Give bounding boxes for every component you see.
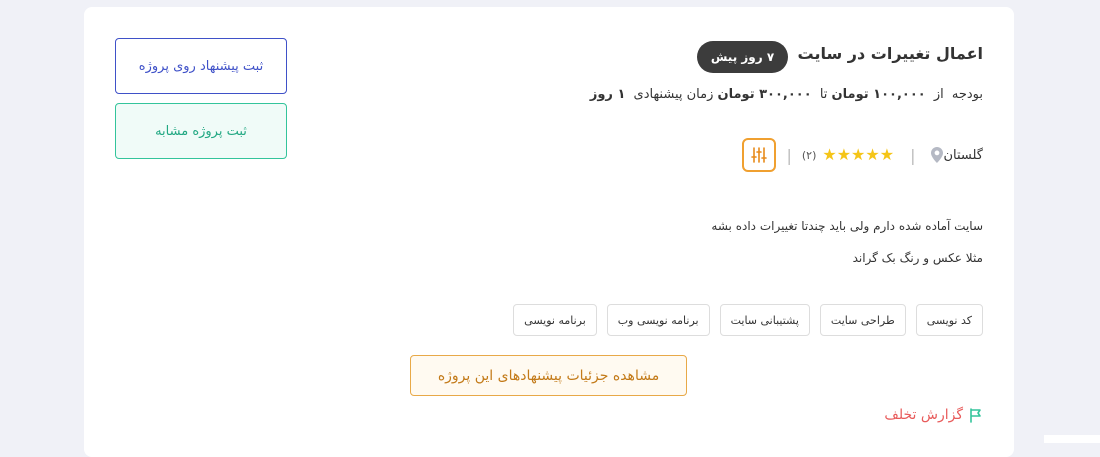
filter-button[interactable]	[742, 138, 777, 172]
similar-project-button[interactable]: ثبت پروژه مشابه	[115, 103, 287, 159]
star-icon: ★	[879, 145, 895, 164]
description-line: مثلا عکس و رنگ بک گراند	[852, 251, 983, 265]
location-name: گلستان	[943, 147, 983, 163]
project-title[interactable]: اعمال تغییرات در سایت	[798, 44, 983, 63]
map-pin-icon	[931, 147, 944, 163]
skill-tag[interactable]: پشتیبانی سایت	[719, 304, 810, 336]
star-icon: ★	[822, 145, 837, 164]
budget-label: بودجه	[951, 87, 983, 102]
sliders-icon	[751, 147, 768, 163]
report-violation-link[interactable]: گزارش تخلف	[884, 407, 983, 423]
budget-line: بودجه از ۱۰۰,۰۰۰ تومان تا ۳۰۰,۰۰۰ تومان …	[590, 87, 983, 102]
project-meta: | (۲) ★ ★ ★ ★ ★ | گلستان	[742, 137, 983, 173]
rating-stars: ★ ★ ★ ★ ★	[822, 147, 894, 163]
description-line: سایت آماده شده دارم ولی باید چندتا تغییر…	[711, 219, 983, 233]
skill-tag[interactable]: برنامه نویسی وب	[606, 304, 710, 336]
budget-to-word: تا	[819, 87, 828, 102]
submit-offer-button[interactable]: ثبت پیشنهاد روی پروژه	[115, 38, 287, 94]
time-label: زمان پیشنهادی	[633, 87, 714, 102]
time-value: ۱ روز	[589, 87, 626, 102]
divider: |	[786, 145, 792, 165]
view-offers-details-button[interactable]: مشاهده جزئیات پیشنهادهای این پروژه	[410, 355, 687, 396]
rating-count: (۲)	[801, 148, 817, 162]
location: گلستان	[925, 147, 983, 163]
budget-min: ۱۰۰,۰۰۰ تومان	[831, 87, 926, 102]
budget-from-word: از	[933, 87, 944, 102]
divider: |	[910, 145, 916, 165]
flag-icon	[970, 407, 981, 423]
star-icon: ★	[851, 145, 866, 164]
skill-tags: برنامه نویسی برنامه نویسی وب پشتیبانی سا…	[513, 304, 983, 336]
skill-tag[interactable]: برنامه نویسی	[513, 304, 597, 336]
time-badge: ۷ روز پیش	[697, 41, 788, 73]
budget-max: ۳۰۰,۰۰۰ تومان	[717, 87, 812, 102]
skill-tag[interactable]: کد نویسی	[915, 304, 983, 336]
rating: (۲) ★ ★ ★ ★ ★	[802, 147, 900, 163]
skill-tag[interactable]: طراحی سایت	[819, 304, 906, 336]
page-corner	[1044, 435, 1100, 443]
report-label: گزارش تخلف	[884, 407, 963, 423]
project-description: سایت آماده شده دارم ولی باید چندتا تغییر…	[711, 210, 983, 274]
star-icon: ★	[836, 145, 852, 164]
star-icon: ★	[865, 145, 880, 164]
